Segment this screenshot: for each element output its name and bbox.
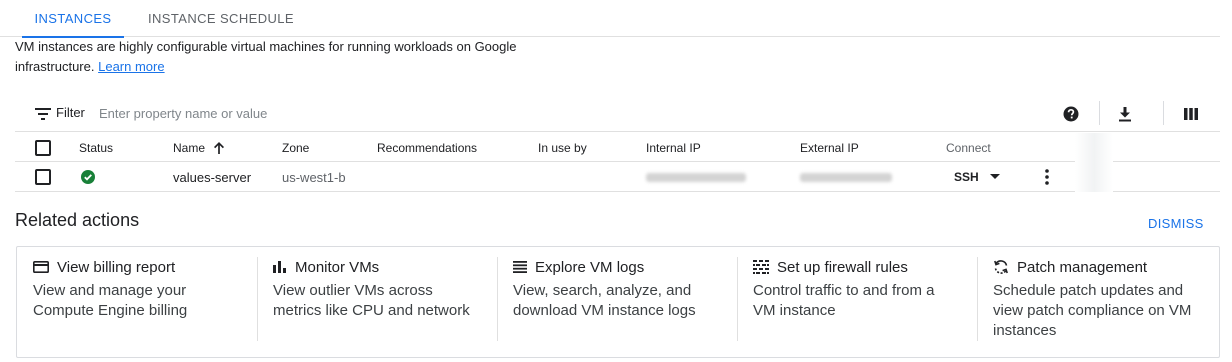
column-header-status[interactable]: Status bbox=[79, 133, 113, 162]
card-description: View, search, analyze, and download VM i… bbox=[513, 282, 696, 319]
bar-chart-icon bbox=[273, 261, 286, 273]
ssh-button[interactable]: SSH bbox=[954, 162, 979, 192]
download-icon[interactable] bbox=[1113, 102, 1137, 126]
ssh-dropdown-icon[interactable] bbox=[990, 162, 1000, 192]
select-all-checkbox[interactable] bbox=[35, 140, 51, 156]
card-description: Control traffic to and from a VM instanc… bbox=[753, 282, 935, 319]
instance-zone: us-west1-b bbox=[282, 169, 346, 185]
sort-ascending-icon bbox=[214, 141, 225, 154]
related-card-logs[interactable]: Explore VM logs View, search, analyze, a… bbox=[497, 247, 737, 359]
column-header-external-ip[interactable]: External IP bbox=[800, 133, 859, 162]
instance-name[interactable]: values-server bbox=[173, 162, 251, 192]
internal-ip-redacted bbox=[646, 162, 746, 192]
related-card-firewall[interactable]: Set up firewall rules Control traffic to… bbox=[737, 247, 977, 359]
related-actions-title: Related actions bbox=[15, 210, 140, 230]
card-title: Set up firewall rules bbox=[777, 258, 908, 276]
status-running-icon bbox=[81, 162, 95, 192]
billing-card-icon bbox=[33, 261, 49, 273]
tab-instances[interactable]: INSTANCES bbox=[22, 0, 124, 38]
tab-bar: INSTANCES INSTANCE SCHEDULE bbox=[0, 0, 1220, 38]
table-row: values-server us-west1-b SSH bbox=[15, 162, 1220, 192]
filter-label: Filter bbox=[56, 105, 85, 120]
learn-more-link[interactable]: Learn more bbox=[98, 59, 164, 74]
toolbar-divider bbox=[1099, 101, 1100, 125]
filter-bar: Filter bbox=[15, 96, 1220, 132]
toolbar-divider bbox=[1163, 101, 1164, 125]
more-actions-icon[interactable] bbox=[1045, 162, 1049, 192]
related-card-patch[interactable]: Patch management Schedule patch updates … bbox=[977, 247, 1219, 359]
row-checkbox[interactable] bbox=[35, 169, 51, 185]
card-description: View and manage your Compute Engine bill… bbox=[33, 282, 188, 319]
logs-list-icon bbox=[513, 261, 527, 273]
page-description: VM instances are highly configurable vir… bbox=[15, 37, 555, 77]
filter-input[interactable] bbox=[99, 102, 699, 124]
card-title: Patch management bbox=[1017, 258, 1148, 276]
tab-instance-schedule[interactable]: INSTANCE SCHEDULE bbox=[140, 0, 302, 37]
external-ip-redacted bbox=[800, 162, 892, 192]
card-title: View billing report bbox=[57, 258, 176, 276]
card-description: Schedule patch updates and view patch co… bbox=[993, 282, 1192, 339]
column-header-internal-ip[interactable]: Internal IP bbox=[646, 133, 701, 162]
patch-sync-icon bbox=[994, 260, 1008, 274]
table-header: Status Name Zone Recommendations In use … bbox=[15, 133, 1220, 162]
row-fade bbox=[1075, 162, 1113, 192]
dismiss-button[interactable]: DISMISS bbox=[1148, 216, 1204, 231]
card-title: Monitor VMs bbox=[295, 258, 380, 276]
related-card-billing[interactable]: View billing report View and manage your… bbox=[17, 247, 257, 359]
columns-icon[interactable] bbox=[1179, 102, 1203, 126]
filter-icon[interactable] bbox=[35, 107, 51, 121]
card-description: View outlier VMs across metrics like CPU… bbox=[273, 282, 470, 319]
column-header-connect: Connect bbox=[946, 140, 991, 155]
card-title: Explore VM logs bbox=[535, 258, 645, 276]
column-header-name-label: Name bbox=[173, 140, 206, 155]
firewall-icon bbox=[753, 260, 769, 274]
column-header-recommendations[interactable]: Recommendations bbox=[377, 133, 477, 162]
related-card-monitor[interactable]: Monitor VMs View outlier VMs across metr… bbox=[257, 247, 497, 359]
description-text: VM instances are highly configurable vir… bbox=[15, 39, 517, 74]
column-header-zone[interactable]: Zone bbox=[282, 133, 309, 162]
column-header-in-use-by[interactable]: In use by bbox=[538, 133, 587, 162]
related-actions-panel: View billing report View and manage your… bbox=[16, 246, 1220, 358]
help-icon[interactable] bbox=[1059, 102, 1083, 126]
column-header-name[interactable]: Name bbox=[173, 133, 225, 162]
column-header-fade bbox=[1075, 133, 1113, 162]
